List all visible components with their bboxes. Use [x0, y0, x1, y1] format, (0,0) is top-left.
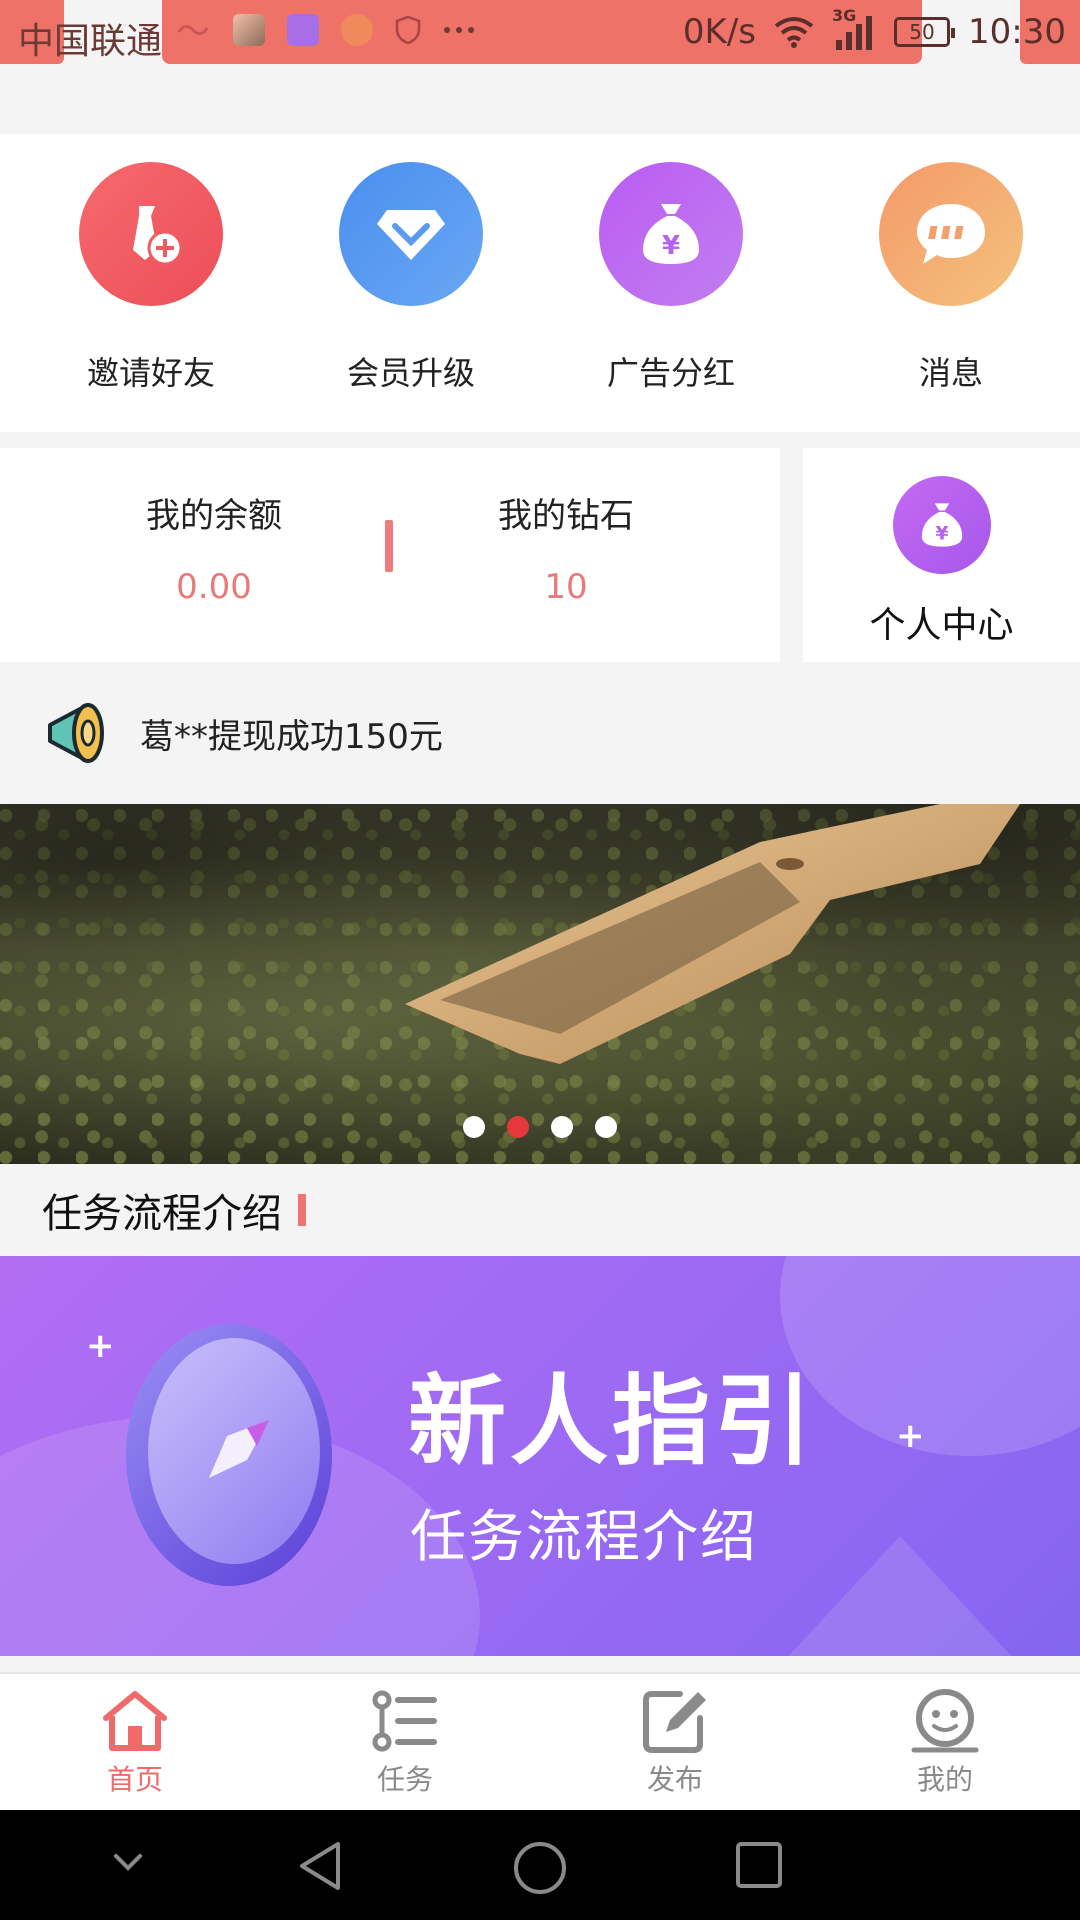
- quick-messages-label: 消息: [918, 354, 983, 392]
- svg-text:¥: ¥: [662, 231, 680, 261]
- shield-icon: [395, 15, 421, 45]
- quick-upgrade-label: 会员升级: [346, 354, 475, 392]
- battery-icon: 50: [894, 17, 956, 47]
- status-bar: 中国联通 0K/s 3G 50 10:30: [0, 0, 1080, 68]
- carousel-dot[interactable]: [551, 1116, 573, 1138]
- carrier-name: 中国联通: [18, 21, 163, 62]
- chat-bubble-icon: [917, 204, 985, 264]
- tab-mine-label: 我的: [916, 1763, 973, 1796]
- guide-subtitle: 任务流程介绍: [410, 1505, 758, 1570]
- more-icon: [444, 27, 474, 33]
- sparkle-icon: +: [896, 1416, 925, 1456]
- avatar-notification-icon: [233, 14, 265, 46]
- task-list-icon: [372, 1690, 437, 1752]
- section-accent-bar: [298, 1194, 306, 1226]
- quick-invite-friends[interactable]: 邀请好友: [0, 134, 302, 432]
- back-icon[interactable]: [294, 1840, 346, 1892]
- app-screen: 中国联通 0K/s 3G 50 10:30 邀请好友 会员升级 ¥ 广告分红 消…: [0, 0, 1080, 1920]
- tool-icon: [341, 14, 373, 46]
- hide-keyboard-icon[interactable]: [108, 1848, 148, 1878]
- balance-label: 我的余额: [146, 496, 282, 536]
- summary-divider: [385, 520, 393, 572]
- network-type: 3G: [832, 6, 857, 25]
- link-icon: [177, 25, 209, 35]
- quick-menu: 邀请好友 会员升级 ¥ 广告分红 消息: [0, 134, 1080, 432]
- network-speed: 0K/s: [682, 12, 757, 52]
- recent-apps-icon[interactable]: [734, 1840, 784, 1890]
- carousel-indicator: [0, 1116, 1080, 1138]
- section-title: 任务流程介绍: [42, 1191, 282, 1237]
- newcomer-guide-banner[interactable]: + + 新人指引 任务流程介绍: [0, 1256, 1080, 1656]
- personal-center-label: 个人中心: [869, 605, 1014, 646]
- system-navigation-bar: [0, 1810, 1080, 1920]
- money-bag-icon: ¥: [643, 204, 699, 264]
- notice-bar[interactable]: 葛**提现成功150元: [0, 662, 1080, 804]
- diamond-value: 10: [544, 567, 588, 607]
- tab-publish-label: 发布: [646, 1763, 703, 1796]
- guide-title: 新人指引: [408, 1365, 817, 1479]
- my-diamonds[interactable]: 我的钻石 10: [416, 488, 716, 607]
- diamond-label: 我的钻石: [498, 496, 634, 536]
- notice-text: 葛**提现成功150元: [140, 716, 443, 757]
- wifi-icon: [774, 17, 814, 48]
- megaphone-icon: [48, 703, 104, 763]
- svg-text:¥: ¥: [935, 523, 948, 544]
- money-bag-icon: ¥: [921, 503, 962, 547]
- balance-value: 0.00: [176, 567, 252, 607]
- invite-friend-icon: [133, 206, 183, 266]
- compass-arrow-icon: [209, 1420, 269, 1478]
- carousel-banner[interactable]: [0, 804, 1080, 1164]
- edit-icon: [643, 1691, 706, 1753]
- sparkle-icon: +: [86, 1326, 115, 1366]
- quick-dividend-label: 广告分红: [606, 354, 735, 392]
- notification-icons: [175, 14, 475, 46]
- tea-scoop-image: [405, 804, 1020, 1064]
- account-summary: 我的余额 0.00 我的钻石 10: [0, 448, 780, 662]
- diamond-icon: [377, 210, 445, 260]
- signal-icon: 3G: [832, 6, 876, 52]
- quick-invite-label: 邀请好友: [86, 354, 215, 392]
- quick-member-upgrade[interactable]: 会员升级: [302, 134, 520, 432]
- carousel-dot[interactable]: [595, 1116, 617, 1138]
- bottom-tab-bar: 首页 任务 发布 我的: [0, 1672, 1080, 1810]
- my-balance[interactable]: 我的余额 0.00: [64, 488, 364, 607]
- tab-publish[interactable]: 发布: [540, 1674, 810, 1810]
- personal-center-button[interactable]: ¥ 个人中心: [803, 448, 1080, 662]
- quick-ad-dividend[interactable]: ¥ 广告分红: [520, 134, 822, 432]
- tab-home-label: 首页: [106, 1763, 163, 1796]
- carousel-dot[interactable]: [463, 1116, 485, 1138]
- tab-tasks[interactable]: 任务: [270, 1674, 540, 1810]
- home-icon: [103, 1691, 167, 1751]
- tab-mine[interactable]: 我的: [810, 1674, 1080, 1810]
- home-circle-icon[interactable]: [512, 1840, 568, 1896]
- quick-messages[interactable]: 消息: [822, 134, 1080, 432]
- clock: 10:30: [968, 12, 1066, 52]
- compass-coin-icon: [148, 1338, 320, 1564]
- profile-face-icon: [911, 1689, 979, 1753]
- section-header: 任务流程介绍: [0, 1164, 1080, 1256]
- battery-level: 50: [909, 20, 935, 44]
- tab-home[interactable]: 首页: [0, 1674, 270, 1810]
- tab-tasks-label: 任务: [376, 1763, 433, 1796]
- carousel-dot-active[interactable]: [507, 1116, 529, 1138]
- gallery-icon: [287, 14, 319, 46]
